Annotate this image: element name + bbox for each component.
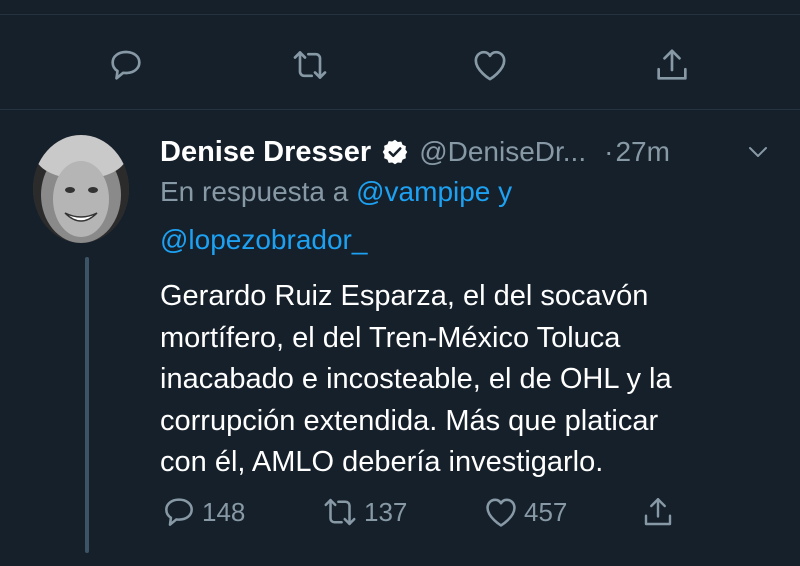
reply-button[interactable] (104, 40, 148, 90)
verified-badge-icon (382, 139, 408, 165)
reply-icon (165, 498, 193, 526)
reply-context-line-2: @lopezobrador_ (160, 224, 367, 256)
reply-button[interactable]: 148 (160, 490, 245, 534)
retweet-count: 137 (364, 496, 408, 527)
like-button[interactable] (468, 40, 512, 90)
author-name[interactable]: Denise Dresser (160, 136, 371, 169)
tweet-header: Denise Dresser @DeniseDr... · 27m (160, 132, 670, 172)
heart-icon (474, 50, 506, 81)
tweet-text: Gerardo Ruiz Esparza, el del socavón mor… (160, 276, 780, 484)
tweet-text-line: inacabado e incosteable, el de OHL y la (160, 363, 672, 395)
share-button[interactable] (650, 40, 694, 90)
share-button[interactable] (640, 490, 676, 534)
avatar[interactable] (33, 135, 129, 243)
mention-lopezobrador[interactable]: @lopezobrador_ (160, 224, 367, 255)
tweet-divider (0, 109, 800, 110)
like-count: 457 (524, 496, 568, 527)
retweet-button[interactable] (288, 40, 332, 90)
tweet-text-line: mortífero, el del Tren-México Toluca (160, 321, 621, 354)
tweet-text-line: corrupción extendida. Más que platicar (160, 404, 659, 437)
retweet-button[interactable]: 137 (320, 490, 407, 534)
reply-prefix: En respuesta a (160, 176, 349, 207)
heart-icon (486, 498, 516, 527)
retweet-icon (293, 51, 327, 79)
tweet-text-line: Gerardo Ruiz Esparza, el del socavón (160, 280, 649, 312)
profile-photo (33, 135, 129, 243)
thread-line (85, 257, 89, 553)
top-divider (0, 14, 800, 15)
chevron-down-icon[interactable] (746, 140, 770, 164)
previous-tweet-actions (0, 40, 800, 90)
reply-context: En respuesta a @vampipe y (160, 176, 512, 208)
tweet-actions: 148 137 457 (160, 490, 780, 534)
tweet-text-line: con él, AMLO debería investigarlo. (160, 446, 604, 478)
reply-count: 148 (202, 496, 246, 527)
mention-vampipe[interactable]: @vampipe (356, 176, 490, 207)
reply-icon (111, 50, 141, 80)
retweet-icon (324, 498, 356, 526)
like-button[interactable]: 457 (482, 490, 567, 534)
tweet-timestamp[interactable]: 27m (615, 136, 669, 168)
share-icon (657, 49, 687, 80)
separator-dot: · (604, 136, 614, 167)
share-icon (644, 498, 672, 526)
mention-connector[interactable]: y (498, 176, 512, 207)
author-handle[interactable]: @DeniseDr... (419, 136, 586, 168)
